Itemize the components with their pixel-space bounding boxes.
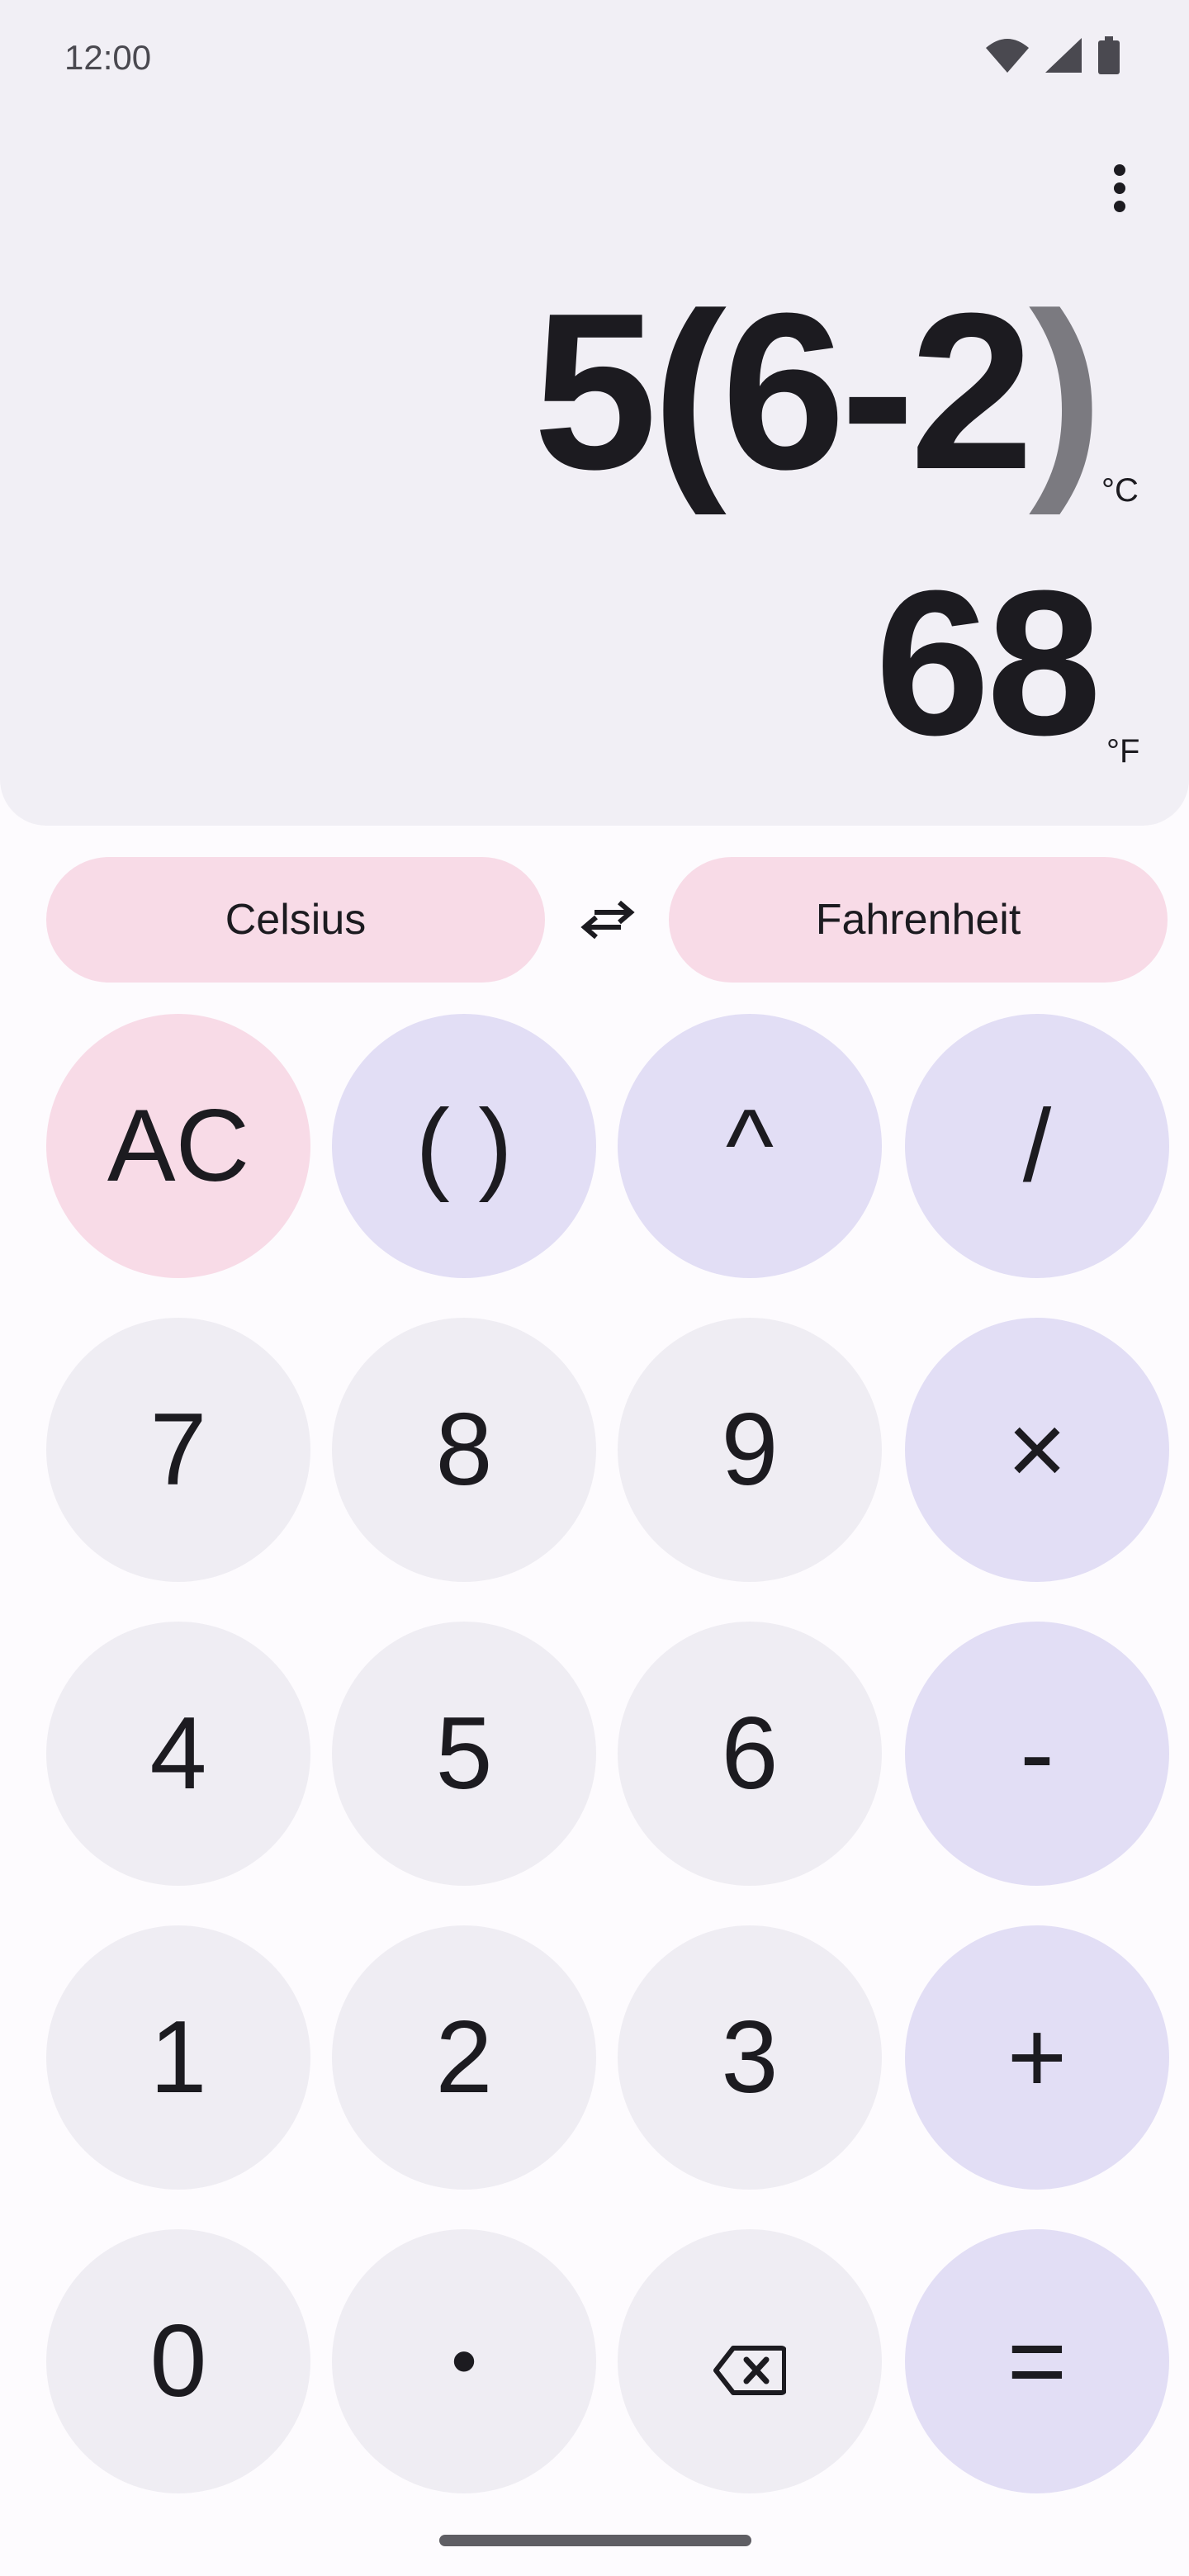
digit-label: 6: [721, 1697, 779, 1811]
digit-9-button[interactable]: 9: [618, 1318, 882, 1582]
to-unit-button[interactable]: Fahrenheit: [669, 857, 1168, 983]
multiply-button[interactable]: ×: [905, 1318, 1169, 1582]
battery-icon: [1098, 36, 1120, 78]
digit-label: 1: [149, 2001, 207, 2114]
digit-label: 5: [435, 1697, 493, 1811]
clear-label: AC: [107, 1089, 250, 1203]
swap-units-button[interactable]: [578, 892, 637, 951]
auto-close-paren: ): [1029, 268, 1103, 516]
clear-button[interactable]: AC: [46, 1014, 310, 1278]
swap-horizontal-icon: [580, 899, 636, 944]
equals-button[interactable]: =: [905, 2229, 1169, 2493]
plus-button[interactable]: +: [905, 1925, 1169, 2190]
to-unit-label: Fahrenheit: [815, 896, 1021, 944]
status-time: 12:00: [64, 38, 152, 77]
status-icons: [986, 36, 1120, 78]
digit-label: 3: [721, 2001, 779, 2114]
equals-label: =: [1007, 2304, 1068, 2418]
parentheses-button[interactable]: ( ): [332, 1014, 596, 1278]
minus-button[interactable]: -: [905, 1622, 1169, 1886]
more-options-button[interactable]: [1095, 157, 1144, 223]
digit-5-button[interactable]: 5: [332, 1622, 596, 1886]
minus-label: -: [1020, 1697, 1054, 1811]
result-unit-symbol: °F: [1106, 733, 1140, 769]
digit-label: 0: [149, 2304, 207, 2418]
digit-4-button[interactable]: 4: [46, 1622, 310, 1886]
digit-3-button[interactable]: 3: [618, 1925, 882, 2190]
multiply-label: ×: [1007, 1393, 1068, 1507]
expression-text: 5(6-2: [533, 268, 1034, 516]
digit-label: 9: [721, 1393, 779, 1507]
from-unit-label: Celsius: [225, 896, 367, 944]
decimal-button[interactable]: •: [332, 2229, 596, 2493]
expression-display[interactable]: 5(6-2): [533, 281, 1103, 504]
home-indicator[interactable]: [439, 2535, 751, 2546]
signal-icon: [1045, 38, 1082, 76]
from-unit-button[interactable]: Celsius: [46, 857, 545, 983]
digit-label: 2: [435, 2001, 493, 2114]
digit-0-button[interactable]: 0: [46, 2229, 310, 2493]
more-vert-icon: [1113, 163, 1126, 216]
digit-label: 4: [149, 1697, 207, 1811]
display-panel: 12:00 5(6-2) °C 68 °F: [0, 0, 1189, 826]
input-unit-symbol: °C: [1101, 472, 1139, 509]
result-display: 68: [874, 547, 1101, 778]
backspace-button[interactable]: [618, 2229, 882, 2493]
digit-8-button[interactable]: 8: [332, 1318, 596, 1582]
parentheses-label: ( ): [415, 1089, 513, 1203]
power-button[interactable]: ^: [618, 1014, 882, 1278]
backspace-icon: [713, 2303, 787, 2420]
decimal-label: •: [451, 2319, 477, 2403]
digit-1-button[interactable]: 1: [46, 1925, 310, 2190]
digit-2-button[interactable]: 2: [332, 1925, 596, 2190]
digit-7-button[interactable]: 7: [46, 1318, 310, 1582]
divide-label: /: [1022, 1089, 1052, 1203]
divide-button[interactable]: /: [905, 1014, 1169, 1278]
digit-label: 8: [435, 1393, 493, 1507]
digit-label: 7: [149, 1393, 207, 1507]
plus-label: +: [1007, 2001, 1068, 2114]
digit-6-button[interactable]: 6: [618, 1622, 882, 1886]
power-label: ^: [725, 1089, 775, 1203]
wifi-icon: [986, 38, 1029, 76]
